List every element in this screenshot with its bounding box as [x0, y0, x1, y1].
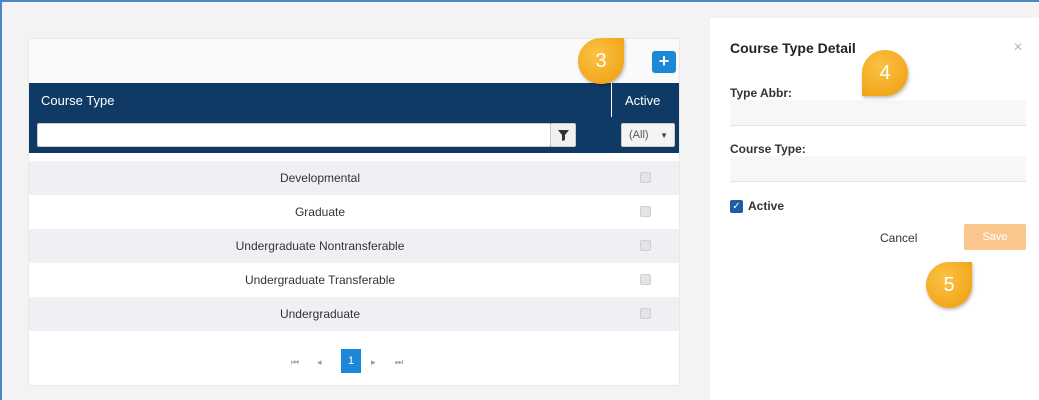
step-marker-label: 3 [595, 50, 607, 72]
table-row[interactable]: Undergraduate [29, 297, 679, 331]
last-page-icon[interactable]: ⏭ [395, 357, 403, 368]
row-course-type: Undergraduate [279, 307, 361, 321]
filter-row: (All) ▼ [29, 117, 679, 153]
table-row[interactable]: Undergraduate Nontransferable [29, 229, 679, 263]
row-course-type: Undergraduate Transferable [244, 273, 396, 287]
course-type-grid: + Course Type Active (All) ▼ Development… [28, 38, 680, 386]
row-active-checkbox [640, 172, 651, 183]
row-active-checkbox [640, 308, 651, 319]
row-course-type: Undergraduate Nontransferable [235, 239, 405, 253]
cancel-button[interactable]: Cancel [880, 231, 917, 245]
prev-page-icon[interactable]: ◂ [317, 357, 322, 368]
step-marker-3: 3 [578, 38, 624, 84]
course-type-field[interactable] [730, 156, 1026, 182]
course-type-label: Course Type: [730, 142, 806, 156]
save-button[interactable]: Save [964, 224, 1026, 250]
first-page-icon[interactable]: ⏮ [291, 357, 299, 368]
grid-header: Course Type Active [29, 83, 679, 161]
active-label: Active [748, 199, 785, 213]
row-course-type: Developmental [279, 171, 361, 185]
row-active-checkbox [640, 274, 651, 285]
next-page-icon[interactable]: ▸ [371, 357, 376, 368]
pager: ⏮ ◂ 1 ▸ ⏭ [29, 349, 679, 375]
filter-button[interactable] [550, 123, 576, 147]
check-icon: ✓ [732, 201, 741, 212]
step-marker-label: 4 [879, 62, 891, 84]
step-marker-4: 4 [862, 50, 908, 96]
column-header-course-type[interactable]: Course Type [41, 93, 114, 108]
close-icon[interactable]: ✕ [1013, 40, 1023, 54]
grid-rows: Developmental Graduate Undergraduate Non… [29, 161, 679, 331]
type-abbr-label: Type Abbr: [730, 86, 792, 100]
chevron-down-icon: ▼ [660, 131, 668, 140]
page-number-current[interactable]: 1 [341, 349, 361, 373]
filter-icon [557, 129, 569, 141]
row-course-type: Graduate [294, 205, 346, 219]
add-course-type-button[interactable]: + [652, 51, 676, 73]
table-row[interactable]: Graduate [29, 195, 679, 229]
plus-icon: + [658, 51, 670, 71]
step-marker-label: 5 [943, 274, 955, 296]
table-row[interactable]: Undergraduate Transferable [29, 263, 679, 297]
detail-title: Course Type Detail [730, 40, 856, 56]
type-abbr-field[interactable] [730, 100, 1026, 126]
step-marker-5: 5 [926, 262, 972, 308]
row-active-checkbox [640, 206, 651, 217]
active-filter-value: (All) [629, 129, 649, 141]
panel-separator [700, 18, 710, 400]
column-header-active[interactable]: Active [625, 93, 660, 108]
course-type-filter-input[interactable] [37, 123, 551, 147]
active-filter-select[interactable]: (All) ▼ [621, 123, 675, 147]
row-active-checkbox [640, 240, 651, 251]
active-checkbox[interactable]: ✓ [730, 200, 743, 213]
table-row[interactable]: Developmental [29, 161, 679, 195]
